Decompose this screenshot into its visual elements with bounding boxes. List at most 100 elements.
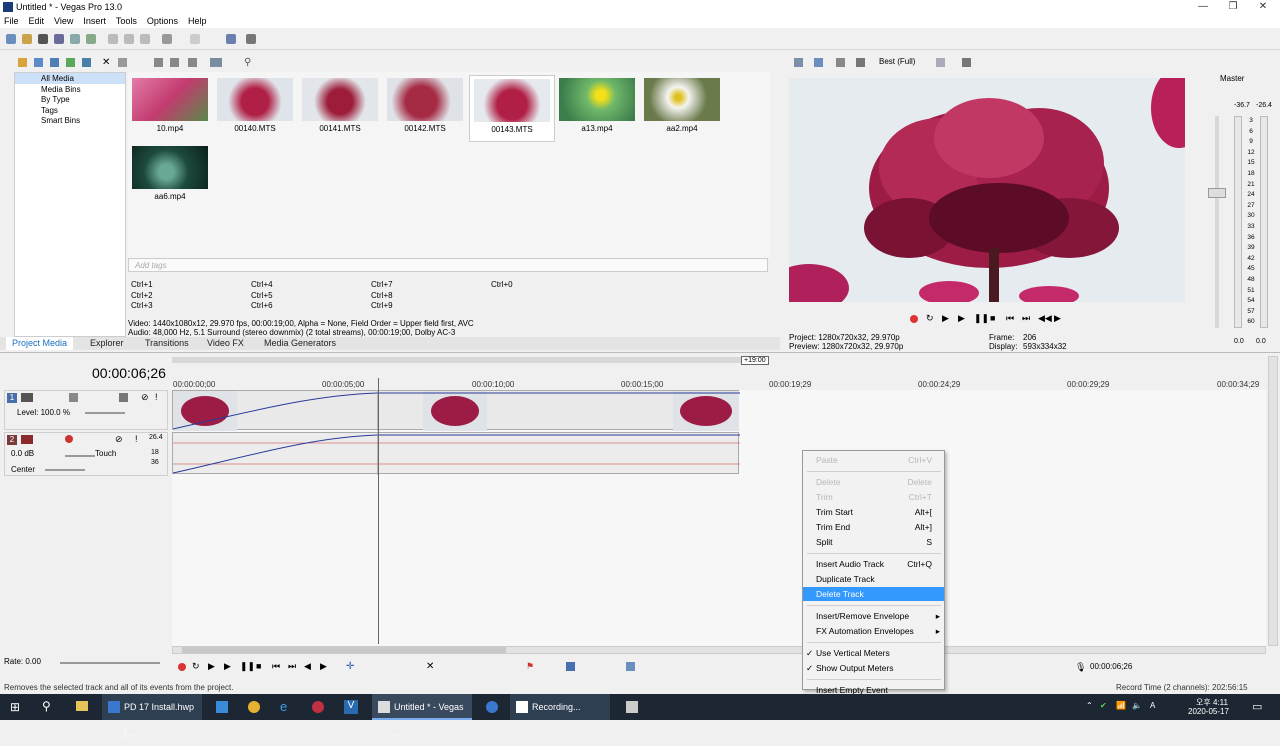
external-monitor-icon[interactable] [814, 58, 823, 67]
menu-file[interactable]: File [0, 14, 24, 26]
media-item[interactable]: aa2.mp4 [644, 78, 720, 140]
vegas-taskbar-icon[interactable]: V [344, 700, 358, 714]
mute-icon[interactable]: ⊘ [115, 434, 123, 445]
stop-icon[interactable]: ■ [256, 661, 261, 671]
previous-frame-icon[interactable]: ◀ [304, 661, 311, 672]
loop-region-bar[interactable] [172, 357, 768, 363]
scrollbar-thumb[interactable] [182, 647, 506, 653]
media-item[interactable]: 00142.MTS [387, 78, 463, 140]
pause-icon[interactable]: ❚❚ [974, 313, 989, 324]
settings-icon[interactable] [626, 701, 638, 713]
tree-item-all-media[interactable]: All Media [15, 73, 125, 84]
windows-start-icon[interactable]: ⊞ [10, 700, 20, 714]
search-icon[interactable]: ⚲ [244, 57, 251, 68]
stop-icon[interactable]: ■ [990, 313, 995, 323]
automation-mode[interactable]: Touch [95, 449, 116, 458]
play-preview-icon[interactable] [154, 58, 163, 67]
app-icon[interactable] [216, 701, 228, 713]
properties-icon[interactable] [86, 34, 96, 44]
media-item[interactable]: 00140.MTS [217, 78, 293, 140]
menu-item-delete-track[interactable]: Delete Track [803, 587, 944, 601]
media-item[interactable]: aa6.mp4 [132, 146, 208, 208]
rate-slider[interactable] [60, 662, 160, 664]
media-app-icon[interactable] [312, 701, 324, 713]
track-motion-icon[interactable] [69, 393, 78, 402]
render-icon[interactable] [70, 34, 80, 44]
auto-ripple-icon[interactable] [566, 662, 575, 671]
go-to-end-icon[interactable]: ⏭ [288, 661, 296, 672]
menu-edit[interactable]: Edit [24, 14, 50, 26]
record-icon[interactable] [910, 315, 918, 323]
tree-item-smart-bins[interactable]: Smart Bins [15, 115, 125, 126]
tab-explorer[interactable]: Explorer [84, 337, 130, 350]
loop-icon[interactable]: ↻ [926, 313, 934, 324]
tray-up-arrow-icon[interactable]: ⌃ [1086, 701, 1093, 710]
capture-icon[interactable] [34, 58, 43, 67]
track-fx-icon[interactable] [119, 393, 128, 402]
edge-icon[interactable]: e [280, 699, 287, 714]
close-button[interactable]: ✕ [1256, 1, 1270, 13]
go-to-start-icon[interactable]: ⏮ [272, 661, 280, 672]
solo-icon[interactable]: ! [155, 392, 158, 402]
menu-item-trim-end[interactable]: Trim End Alt+] [803, 520, 944, 534]
refresh-icon[interactable] [66, 58, 75, 67]
menu-item-fx-automation-envelopes[interactable]: FX Automation Envelopes ▸ [803, 624, 944, 638]
enable-snapping-icon[interactable] [226, 34, 236, 44]
copy-icon[interactable] [124, 34, 134, 44]
normal-edit-tool-icon[interactable]: ✛ [346, 661, 354, 672]
media-item-selected[interactable]: 00143.MTS [469, 75, 555, 142]
tags-input[interactable]: Add tags [128, 258, 768, 272]
menu-options[interactable]: Options [142, 14, 183, 26]
minimize-button[interactable]: — [1196, 1, 1210, 13]
menu-item-split[interactable]: Split S [803, 535, 944, 549]
cut-icon[interactable] [108, 34, 118, 44]
notification-icon[interactable]: ▭ [1252, 700, 1262, 713]
lock-envelopes-icon[interactable] [626, 662, 635, 671]
play-from-start-icon[interactable]: ▶ [208, 661, 215, 672]
next-frame-icon[interactable]: ▶ [1054, 313, 1061, 324]
audio-track-header[interactable]: 2 ⊘ ! 26.4 0.0 dB Touch 18 36 Center [4, 432, 168, 476]
save-icon[interactable] [38, 34, 48, 44]
arm-record-icon[interactable] [65, 435, 73, 443]
video-event[interactable] [172, 390, 740, 431]
menu-item-delete[interactable]: Delete Delete [803, 475, 944, 489]
volume-slider[interactable] [65, 455, 95, 457]
menu-item-insert-audio-track[interactable]: Insert Audio Track Ctrl+Q [803, 557, 944, 571]
loop-icon[interactable]: ↻ [192, 661, 200, 672]
split-screen-icon[interactable] [856, 58, 865, 67]
volume-icon[interactable]: 🔈 [1132, 701, 1142, 710]
play-from-start-icon[interactable]: ▶ [942, 313, 949, 324]
new-icon[interactable] [6, 34, 16, 44]
network-icon[interactable]: 📶 [1116, 701, 1126, 710]
tree-item-tags[interactable]: Tags [15, 105, 125, 116]
save-as-icon[interactable] [54, 34, 64, 44]
auto-preview-icon[interactable] [188, 58, 197, 67]
get-media-icon[interactable] [50, 58, 59, 67]
tree-item-by-type[interactable]: By Type [15, 94, 125, 105]
next-frame-icon[interactable]: ▶ [320, 661, 327, 672]
overlays-icon[interactable] [936, 58, 945, 67]
menu-view[interactable]: View [49, 14, 78, 26]
remove-icon[interactable]: ✕ [102, 57, 110, 68]
globe-icon[interactable] [486, 701, 498, 713]
search-media-icon[interactable] [82, 58, 91, 67]
video-track-header[interactable]: 1 ⊘ ! Level: 100.0 % [4, 390, 168, 430]
mute-icon[interactable]: ⊘ [141, 392, 149, 403]
timeline-ruler[interactable]: 00:00:00;00 00:00:05;00 00:00:10;00 00:0… [172, 378, 1266, 390]
maximize-button[interactable]: ❐ [1226, 1, 1240, 13]
tab-project-media[interactable]: Project Media [6, 337, 74, 350]
menu-item-paste[interactable]: Paste Ctrl+V [803, 453, 944, 467]
go-to-end-icon[interactable]: ⏭ [1022, 313, 1030, 324]
menu-help[interactable]: Help [183, 14, 212, 26]
insert-marker-icon[interactable]: ⚑ [526, 661, 534, 672]
menu-item-insert-remove-envelope[interactable]: Insert/Remove Envelope ▸ [803, 609, 944, 623]
pan-slider[interactable] [45, 469, 85, 471]
previous-frame-icon[interactable]: ◀◀ [1038, 313, 1052, 324]
menu-item-use-vertical-meters[interactable]: ✓ Use Vertical Meters [803, 646, 944, 660]
undo-icon[interactable] [162, 34, 172, 44]
preview-properties-icon[interactable] [794, 58, 803, 67]
tab-transitions[interactable]: Transitions [139, 337, 195, 350]
tray-app-icon[interactable]: ✔ [1100, 701, 1107, 710]
chrome-icon[interactable] [248, 701, 260, 713]
media-item[interactable]: 10.mp4 [132, 78, 208, 140]
